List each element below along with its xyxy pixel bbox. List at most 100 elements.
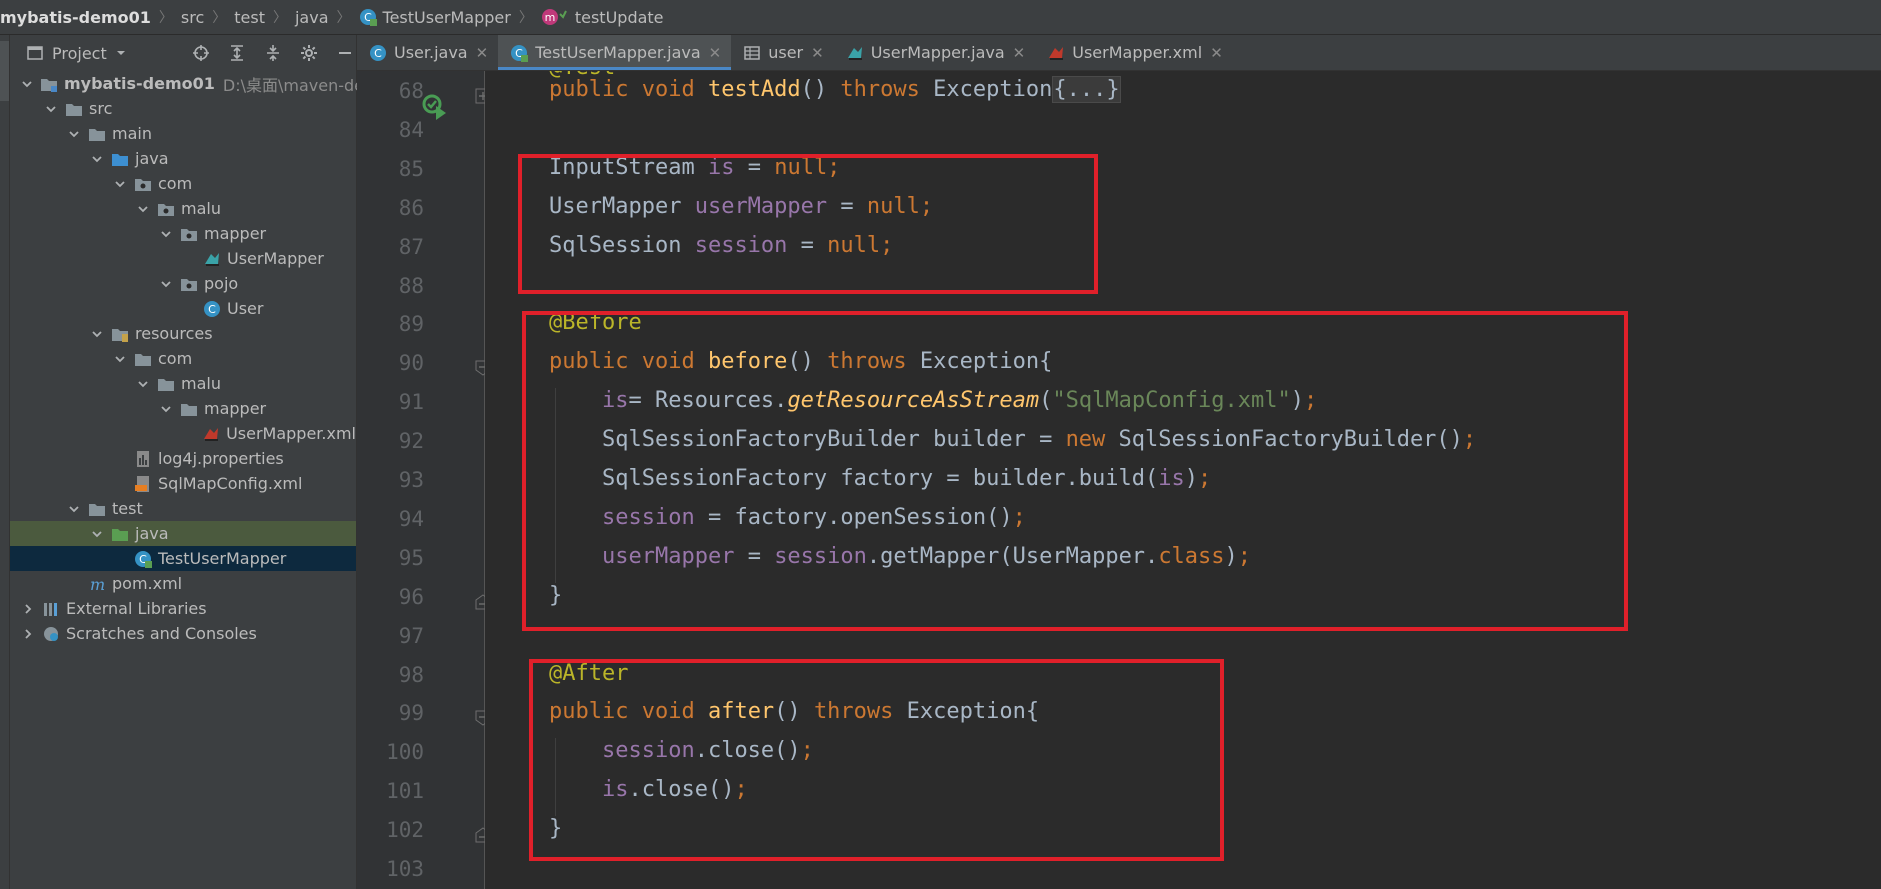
line-number: 86	[398, 195, 424, 220]
project-tool-tab[interactable]	[0, 41, 9, 101]
mybatis-xml-icon	[202, 425, 220, 443]
close-icon[interactable]: ✕	[811, 44, 824, 62]
code-token: getResourceAsStream	[787, 388, 1040, 414]
code-token: null;	[774, 154, 841, 180]
tree-item[interactable]: pojo	[10, 271, 356, 296]
tree-item-label: log4j.properties	[158, 449, 284, 468]
chevron-down-icon[interactable]	[89, 326, 105, 342]
tree-item[interactable]: mapper	[10, 221, 356, 246]
tree-item[interactable]: test	[10, 496, 356, 521]
editor-tab[interactable]: C User.java ✕	[357, 35, 498, 70]
code-token: before	[707, 349, 788, 375]
chevron-down-icon[interactable]	[89, 151, 105, 167]
code-token: InputStream	[549, 154, 708, 180]
tree-item[interactable]: External Libraries	[10, 596, 356, 621]
close-icon[interactable]: ✕	[476, 44, 489, 62]
line-number: 89	[398, 312, 424, 337]
code-token: SqlSession	[549, 232, 695, 258]
run-test-icon[interactable]	[421, 93, 449, 121]
tree-item[interactable]: SqlMapConfig.xml	[10, 471, 356, 496]
tree-item[interactable]: Scratches and Consoles	[10, 621, 356, 646]
breadcrumb-label: test	[234, 7, 265, 27]
tree-item[interactable]: C User	[10, 296, 356, 321]
tree-item[interactable]: C TestUserMapper	[10, 546, 356, 571]
tree-item-label: main	[112, 124, 152, 143]
tree-item[interactable]: mybatis-demo01 D:\桌面\maven-demo\	[10, 71, 395, 96]
tree-item-label: UserMapper.xml	[226, 424, 356, 443]
breadcrumb-label: java	[294, 7, 329, 27]
line-number: 87	[398, 234, 424, 259]
code-token: ;	[1012, 504, 1026, 530]
close-icon[interactable]: ✕	[1013, 44, 1026, 62]
code-token: @After	[549, 660, 629, 686]
tree-item[interactable]: log4j.properties	[10, 446, 356, 471]
breadcrumb-separator: 〉	[158, 10, 173, 26]
chevron-down-icon[interactable]	[43, 101, 59, 117]
chevron-down-icon[interactable]	[112, 351, 128, 367]
chevron-down-icon[interactable]	[66, 126, 82, 142]
folder-icon	[157, 375, 175, 393]
code-token: Exception	[933, 77, 1053, 102]
breadcrumb-item[interactable]: src	[181, 8, 204, 27]
chevron-down-icon[interactable]	[158, 226, 174, 242]
line-number: 98	[398, 662, 424, 687]
editor-tab[interactable]: UserMapper.java ✕	[834, 35, 1036, 70]
chevron-down-icon[interactable]	[112, 176, 128, 192]
tree-item[interactable]: mapper	[10, 396, 356, 421]
chevron-down-icon[interactable]	[20, 76, 34, 92]
close-icon[interactable]: ✕	[709, 44, 722, 62]
breadcrumb-item[interactable]: test	[234, 8, 265, 27]
code-line: }	[549, 583, 562, 608]
breadcrumb-item[interactable]: C TestUserMapper	[359, 8, 511, 27]
chevron-right-icon[interactable]	[20, 626, 36, 642]
chevron-right-icon[interactable]	[20, 601, 36, 617]
close-icon[interactable]: ✕	[1210, 44, 1223, 62]
locate-icon[interactable]	[190, 42, 212, 64]
chevron-down-icon[interactable]	[66, 501, 82, 517]
chevron-down-icon[interactable]	[135, 201, 151, 217]
tree-item[interactable]: UserMapper.xml	[10, 421, 356, 446]
tree-item[interactable]: java	[10, 146, 356, 171]
code-editor[interactable]: @Test public void testAdd() throws Excep…	[485, 71, 1881, 889]
mybatis-interface-icon	[203, 250, 221, 268]
editor-gutter: 68 84 85 86 87 88 89 90 91 92 93 94 95 96 97 98 99 100 101…	[357, 71, 491, 889]
tree-item[interactable]: malu	[10, 196, 356, 221]
tree-item[interactable]: java	[10, 521, 356, 546]
folder-icon	[88, 125, 106, 143]
code-token: Exception{	[906, 699, 1040, 725]
expand-all-icon[interactable]	[226, 42, 248, 64]
tree-item-label: Scratches and Consoles	[66, 624, 257, 643]
collapse-all-icon[interactable]	[262, 42, 284, 64]
tree-item[interactable]: resources	[10, 321, 356, 346]
chevron-down-icon[interactable]	[158, 276, 174, 292]
code-token: session	[601, 504, 708, 530]
tree-item[interactable]: com	[10, 171, 356, 196]
editor-tab[interactable]: C TestUserMapper.java ✕	[498, 35, 732, 70]
code-token: SqlSessionFactoryBuilder()	[1118, 427, 1463, 453]
folded-code-placeholder[interactable]: {...}	[1052, 76, 1121, 103]
project-view-selector[interactable]: Project	[26, 44, 127, 63]
gear-icon[interactable]	[298, 42, 320, 64]
code-token: =	[747, 543, 775, 569]
tree-item[interactable]: malu	[10, 371, 356, 396]
chevron-down-icon[interactable]	[158, 401, 174, 417]
tree-item[interactable]: m pom.xml	[10, 571, 356, 596]
tree-item[interactable]: UserMapper	[10, 246, 356, 271]
tree-item[interactable]: main	[10, 121, 356, 146]
breadcrumb-item[interactable]: java	[295, 8, 329, 27]
tree-item[interactable]: com	[10, 346, 356, 371]
breadcrumb-item[interactable]: mybatis-demo01	[0, 8, 151, 27]
editor-tab[interactable]: UserMapper.xml ✕	[1035, 35, 1233, 70]
code-token: is	[1158, 466, 1185, 491]
module-folder-icon	[40, 75, 58, 93]
editor-tab-label: User.java	[394, 43, 468, 62]
editor-tab[interactable]: user ✕	[731, 35, 833, 70]
tree-item[interactable]: src	[10, 96, 356, 121]
chevron-down-icon[interactable]	[135, 376, 151, 392]
minimize-icon[interactable]	[334, 42, 356, 64]
code-line: userMapper = session.getMapper(UserMappe…	[549, 544, 1251, 569]
chevron-down-icon[interactable]	[89, 526, 105, 542]
breadcrumb-item[interactable]: m testUpdate	[541, 8, 664, 27]
